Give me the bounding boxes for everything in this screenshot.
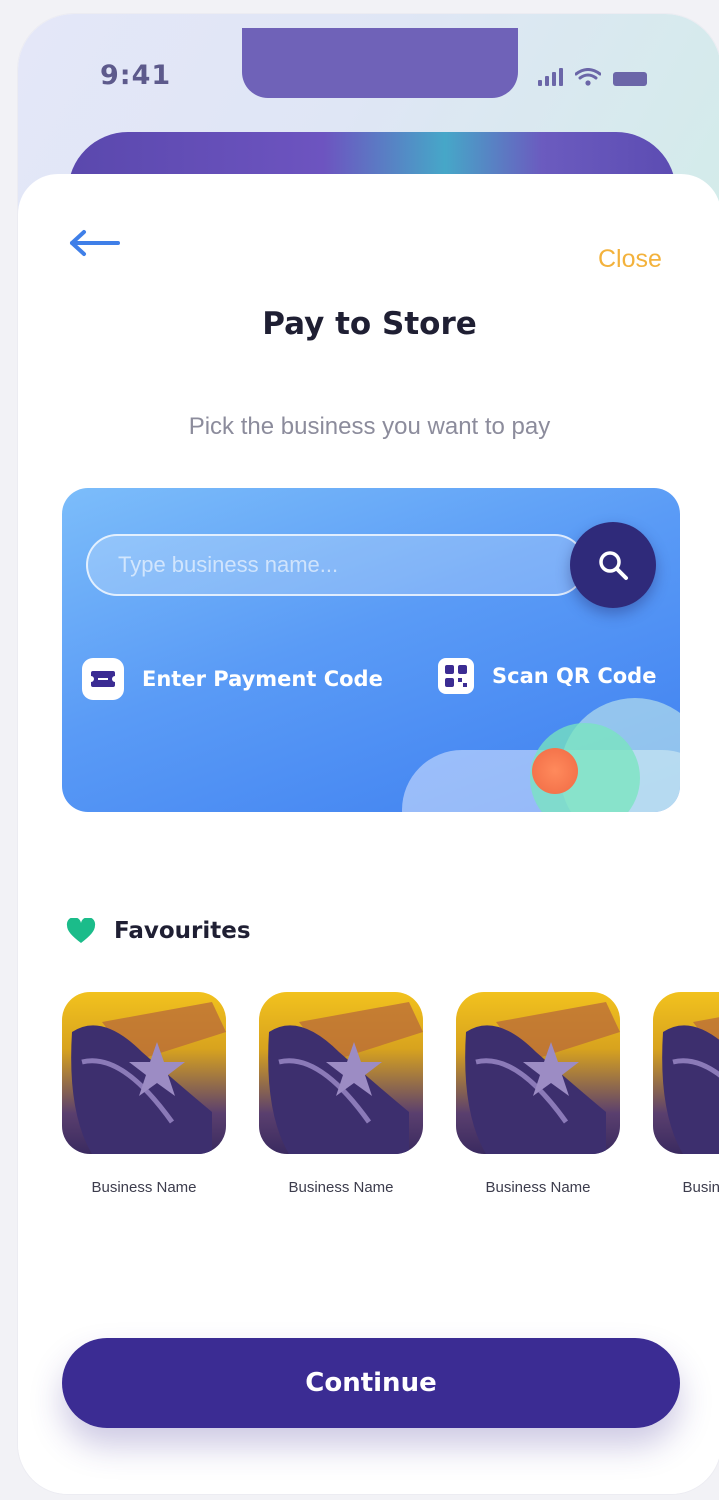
favourites-header: Favourites [66, 918, 251, 944]
enter-payment-code-label: Enter Payment Code [142, 667, 383, 691]
favourite-item[interactable]: Business Name [62, 992, 226, 1201]
business-thumbnail [456, 992, 620, 1154]
page-subtitle: Pick the business you want to pay [188, 413, 551, 440]
heart-icon [66, 918, 96, 943]
business-thumbnail [653, 992, 719, 1154]
arrow-left-icon[interactable] [66, 228, 122, 258]
content-sheet [18, 174, 719, 1494]
favourites-list: Business Name Business Name Business Nam… [62, 992, 719, 1252]
favourite-item[interactable]: Business Name [259, 992, 423, 1201]
favourite-item[interactable]: Business Name [456, 992, 620, 1201]
qr-code-icon [438, 658, 474, 694]
wifi-icon [575, 68, 601, 86]
status-time: 9:41 [100, 60, 172, 91]
battery-icon [613, 72, 647, 86]
search-card: Enter Payment Code Scan QR Code [62, 488, 680, 812]
notch [242, 28, 518, 98]
phone-frame: 9:41 Close Pay to Store Pick the busines… [18, 14, 719, 1494]
page-title: Pay to Store [262, 306, 477, 342]
cellular-signal-icon [538, 68, 563, 86]
card-decoration [532, 748, 578, 794]
search-icon [599, 551, 628, 580]
enter-payment-code-button[interactable]: Enter Payment Code [82, 658, 383, 700]
favourite-item[interactable]: Business Name [653, 992, 719, 1201]
business-name: Business Name [288, 1179, 394, 1196]
business-name: Business Name [682, 1179, 719, 1196]
business-thumbnail [62, 992, 226, 1154]
close-link[interactable]: Close [598, 245, 662, 274]
business-name: Business Name [485, 1179, 591, 1196]
favourites-title: Favourites [114, 918, 251, 944]
search-button[interactable] [570, 522, 656, 608]
status-icons [538, 68, 647, 86]
business-name: Business Name [91, 1179, 197, 1196]
continue-button[interactable]: Continue [62, 1338, 680, 1428]
business-thumbnail [259, 992, 423, 1154]
search-input[interactable] [86, 534, 586, 596]
scan-qr-code-button[interactable]: Scan QR Code [438, 658, 656, 694]
scan-qr-code-label: Scan QR Code [492, 664, 657, 688]
ticket-icon [82, 658, 124, 700]
